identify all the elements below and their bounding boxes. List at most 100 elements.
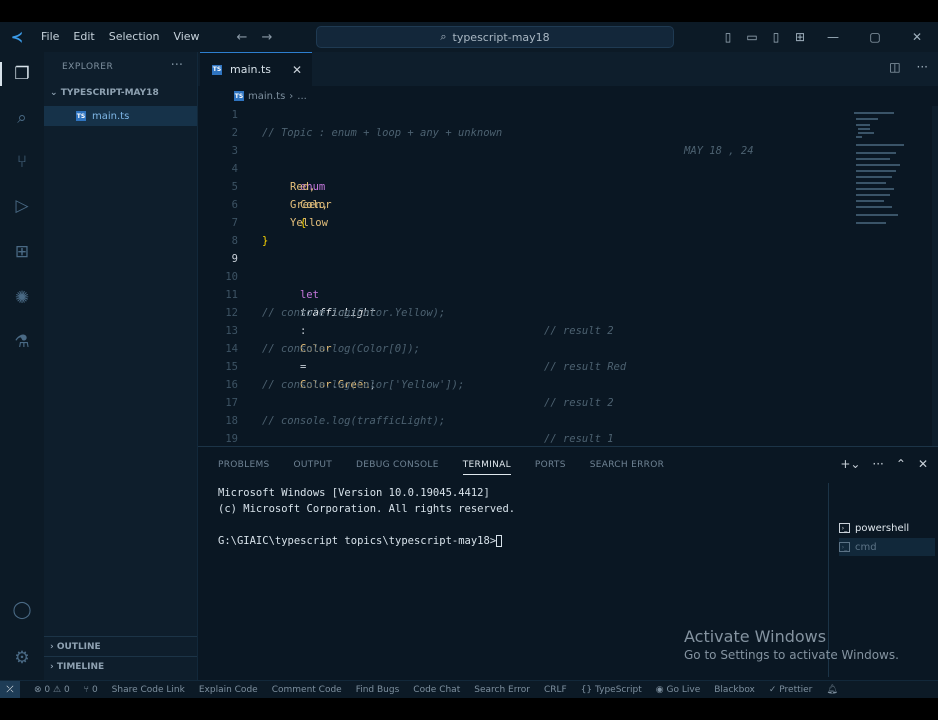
minimap-line <box>856 158 890 160</box>
customize-layout-icon[interactable]: ⊞ <box>788 30 812 44</box>
status-code-chat[interactable]: Code Chat <box>413 685 460 695</box>
vscode-logo-icon: ≺ <box>10 28 24 46</box>
minimap[interactable] <box>850 106 932 446</box>
editor-tab-bar: TS main.ts ✕ ◫ ··· <box>198 52 938 86</box>
more-actions-icon[interactable]: ··· <box>872 457 883 471</box>
terminal-prompt-line: G:\GIAIC\typescript topics\typescript-ma… <box>218 533 515 549</box>
menu-edit[interactable]: Edit <box>66 22 101 52</box>
timeline-section[interactable]: › TIMELINE <box>50 662 104 672</box>
minimap-line <box>858 128 870 130</box>
code-editor[interactable]: 1 2 3 4 5 6 7 8 9 10 11 12 13 14 15 16 17 18 19 // Topic :… <box>198 106 938 446</box>
maximize-panel-icon[interactable]: ⌃ <box>896 457 906 471</box>
terminal-output[interactable]: Microsoft Windows [Version 10.0.19045.44… <box>218 485 515 549</box>
search-view-icon[interactable]: ⌕ <box>8 104 36 132</box>
breadcrumb-chevron-icon: › <box>289 90 294 102</box>
status-comment-code[interactable]: Comment Code <box>272 685 342 695</box>
status-go-live[interactable]: ◉ Go Live <box>656 685 700 695</box>
divider <box>44 656 197 657</box>
minimap-line <box>856 200 884 202</box>
ports-indicator[interactable]: ⑂ 0 <box>84 685 98 695</box>
status-search-error[interactable]: Search Error <box>474 685 530 695</box>
close-window-icon[interactable]: ✕ <box>896 30 938 44</box>
account-icon[interactable]: ◯ <box>8 596 36 624</box>
code-line-4: Red, <box>198 160 848 193</box>
toggle-panel-icon[interactable]: ▭ <box>740 30 764 44</box>
run-debug-icon[interactable]: ▷ <box>8 192 36 220</box>
toggle-secondary-sidebar-icon[interactable]: ▯ <box>764 30 788 44</box>
menu-selection[interactable]: Selection <box>102 22 167 52</box>
typescript-file-icon: TS <box>234 91 244 101</box>
menu-file[interactable]: File <box>34 22 66 52</box>
command-center-label: typescript-may18 <box>452 30 550 44</box>
status-explain-code[interactable]: Explain Code <box>199 685 258 695</box>
minimize-icon[interactable]: — <box>812 30 854 44</box>
extensions-icon[interactable]: ⊞ <box>8 238 36 266</box>
workspace-folder[interactable]: ⌄ TYPESCRIPT-MAY18 <box>50 88 159 98</box>
close-panel-icon[interactable]: ✕ <box>918 457 928 471</box>
terminal-line: Microsoft Windows [Version 10.0.19045.44… <box>218 487 490 499</box>
tab-ports[interactable]: PORTS <box>535 460 566 470</box>
tab-terminal[interactable]: TERMINAL <box>462 460 511 475</box>
more-actions-icon[interactable]: ··· <box>917 60 928 74</box>
typescript-file-icon: TS <box>76 111 86 121</box>
tab-output[interactable]: OUTPUT <box>294 460 332 470</box>
minimap-line <box>858 132 874 134</box>
activate-windows-watermark: Activate Windows Go to Settings to activ… <box>684 627 899 662</box>
breadcrumb-file[interactable]: main.ts <box>248 91 285 102</box>
terminal-item-cmd[interactable]: ›_ cmd <box>839 538 935 556</box>
remote-icon[interactable]: ✺ <box>8 284 36 312</box>
code-line-17: // console.log(trafficLight); // result … <box>262 415 614 445</box>
manage-gear-icon[interactable]: ⚙ <box>8 644 36 672</box>
typescript-file-icon: TS <box>212 64 222 75</box>
source-control-icon[interactable]: ⑂ <box>8 148 36 176</box>
split-editor-icon[interactable]: ◫ <box>889 60 900 74</box>
status-blackbox[interactable]: Blackbox <box>714 685 755 695</box>
testing-icon[interactable]: ⚗ <box>8 328 36 356</box>
editor-scrollbar[interactable] <box>932 106 938 446</box>
panel-actions: +⌄ ··· ⌃ ✕ <box>840 457 928 471</box>
file-item-main-ts[interactable]: TS main.ts <box>44 106 197 126</box>
problems-indicator[interactable]: ⊗ 0 ⚠ 0 <box>34 685 70 695</box>
tab-problems[interactable]: PROBLEMS <box>218 460 270 470</box>
minimap-line <box>856 214 898 216</box>
maximize-icon[interactable]: ▢ <box>854 30 896 44</box>
status-language[interactable]: {} TypeScript <box>581 685 642 695</box>
code-line-5: Green, <box>198 178 848 211</box>
status-share-code-link[interactable]: Share Code Link <box>112 685 185 695</box>
breadcrumb: TS main.ts › ... <box>198 86 938 106</box>
close-tab-icon[interactable]: ✕ <box>292 63 302 77</box>
tab-debug-console[interactable]: DEBUG CONSOLE <box>356 460 439 470</box>
remote-indicator-icon[interactable]: ⤫ <box>0 680 20 699</box>
new-terminal-icon[interactable]: +⌄ <box>840 457 860 471</box>
minimap-line <box>856 170 896 172</box>
minimap-line <box>856 118 878 120</box>
status-bar: ⤫ ⊗ 0 ⚠ 0 ⑂ 0 Share Code Link Explain Co… <box>0 680 938 699</box>
tab-search-error[interactable]: SEARCH ERROR <box>590 460 664 470</box>
code-line-13: // console.log(Color[0]); // result Red <box>262 343 627 373</box>
command-center-search[interactable]: ⌕ typescript-may18 <box>316 26 674 48</box>
activity-bar: ❐ ⌕ ⑂ ▷ ⊞ ✺ ⚗ ◯ ⚙ <box>0 52 44 680</box>
code-line-6: Yellow <box>198 196 848 229</box>
notifications-bell-icon[interactable]: 🔔︎ <box>826 685 837 695</box>
more-actions-icon[interactable]: ··· <box>171 58 183 73</box>
explorer-icon[interactable]: ❐ <box>0 60 36 88</box>
menu-view[interactable]: View <box>166 22 206 52</box>
back-arrow-icon[interactable]: ← <box>237 30 248 45</box>
brace-close: } <box>262 235 269 247</box>
file-name: main.ts <box>92 110 130 122</box>
code-line-7: } <box>198 214 848 247</box>
editor-actions: ◫ ··· <box>889 60 928 74</box>
forward-arrow-icon[interactable]: → <box>261 30 272 45</box>
breadcrumb-symbols[interactable]: ... <box>297 91 307 102</box>
status-find-bugs[interactable]: Find Bugs <box>356 685 400 695</box>
code-line-9: let trafficLight : Color = Color.Green; <box>299 289 376 391</box>
terminal-icon: ›_ <box>839 542 850 552</box>
toggle-sidebar-icon[interactable]: ▯ <box>716 30 740 44</box>
status-eol[interactable]: CRLF <box>544 685 567 695</box>
terminal-item-powershell[interactable]: ›_ powershell <box>839 519 935 537</box>
tab-main-ts[interactable]: TS main.ts ✕ <box>200 52 312 86</box>
outline-section[interactable]: › OUTLINE <box>50 642 101 652</box>
minimap-line <box>856 152 896 154</box>
status-prettier[interactable]: ✓ Prettier <box>769 685 813 695</box>
